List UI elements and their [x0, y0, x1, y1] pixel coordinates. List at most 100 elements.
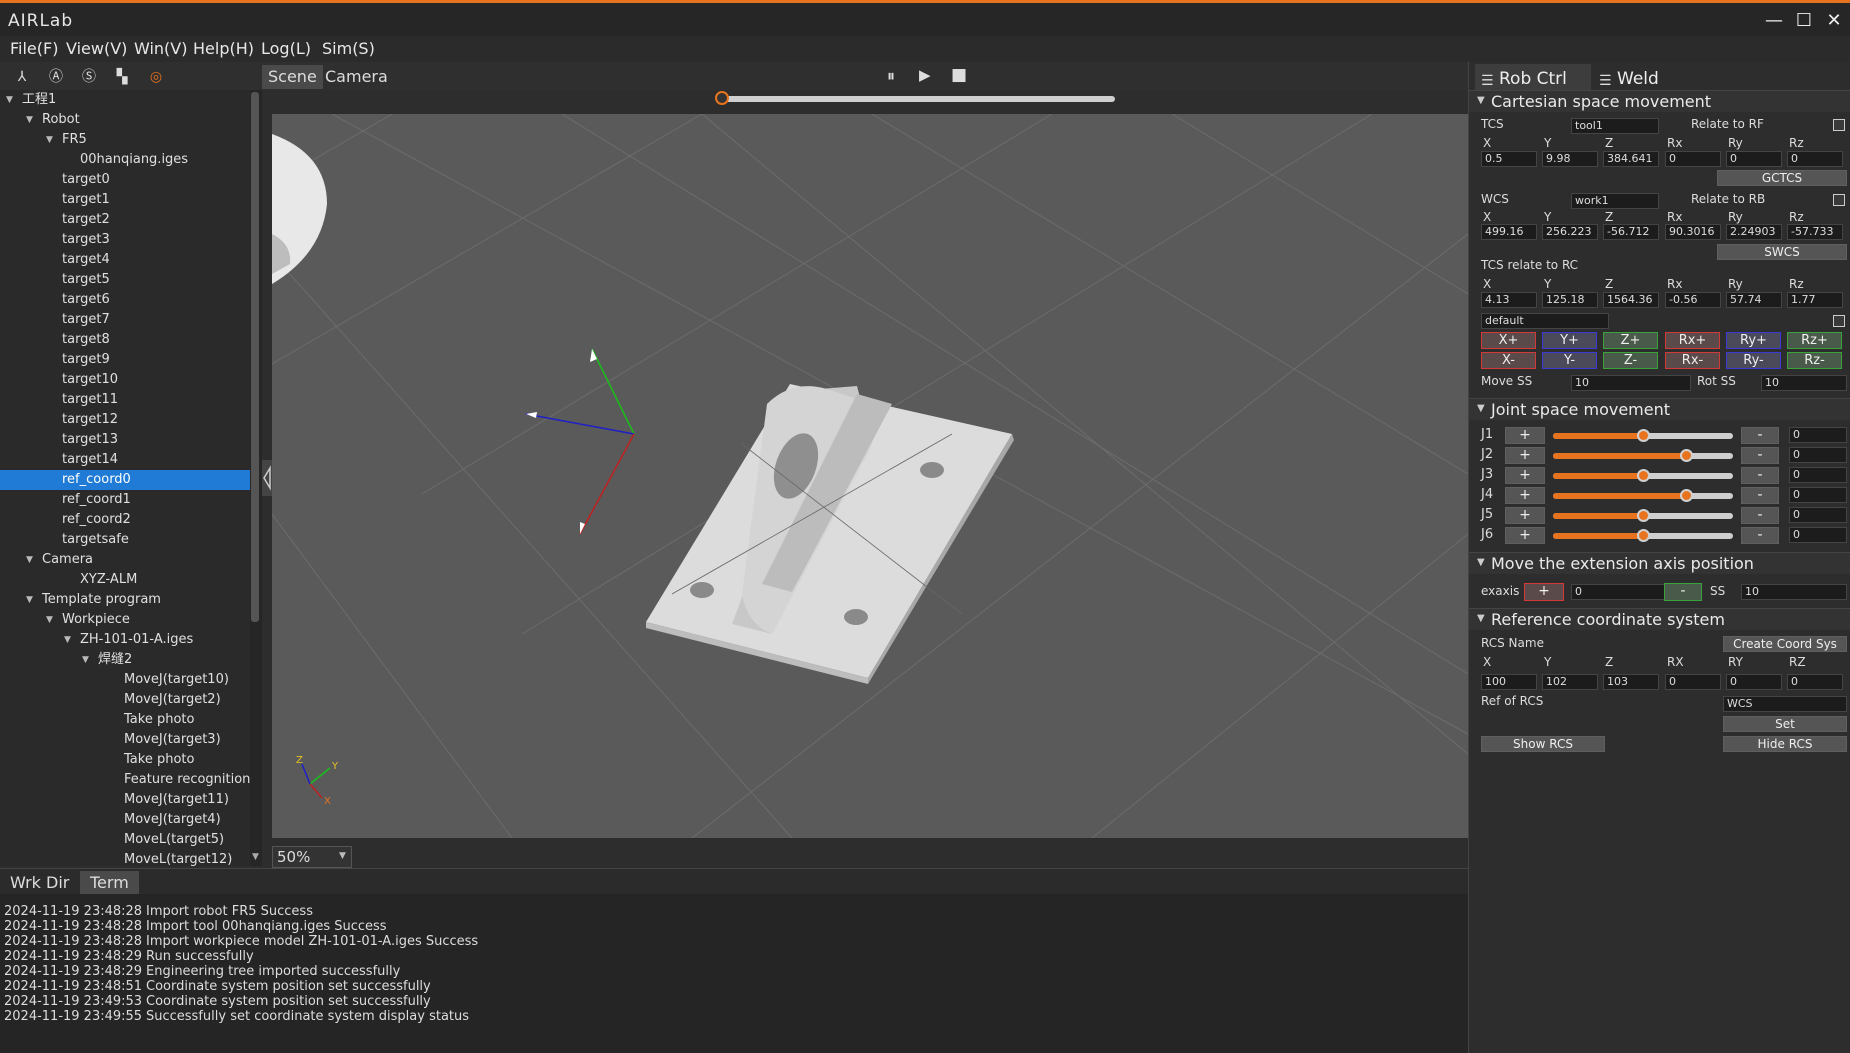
save-icon[interactable]: [1833, 315, 1845, 327]
save-icon[interactable]: [1833, 119, 1845, 131]
slider-handle[interactable]: [1637, 509, 1650, 522]
joint-j1-minus-button[interactable]: -: [1741, 427, 1779, 444]
tree-node[interactable]: Take photo: [124, 750, 194, 770]
tree-node[interactable]: target7: [62, 310, 110, 330]
minimize-button[interactable]: —: [1760, 9, 1788, 33]
tree-expand-icon[interactable]: ▼: [82, 650, 89, 670]
tcs-y-field[interactable]: 9.98: [1542, 151, 1598, 167]
grid-icon[interactable]: ▚: [112, 67, 132, 87]
tree-node[interactable]: target13: [62, 430, 118, 450]
exaxis-minus-button[interactable]: -: [1664, 583, 1702, 601]
create-coord-sys-button[interactable]: Create Coord Sys: [1723, 636, 1847, 652]
joint-j5-plus-button[interactable]: +: [1505, 507, 1545, 524]
tree-node[interactable]: MoveJ(target2): [124, 690, 221, 710]
rcs-z-field[interactable]: 103: [1603, 674, 1659, 690]
jog-rx-minus-button[interactable]: Rx-: [1665, 352, 1720, 369]
menu-win[interactable]: Win(V): [134, 39, 187, 58]
tree-node[interactable]: MoveJ(target3): [124, 730, 221, 750]
rcs-x-field[interactable]: 100: [1481, 674, 1537, 690]
stop-icon[interactable]: ■: [951, 65, 967, 85]
target-icon[interactable]: ◎: [146, 67, 166, 87]
move-ss-field[interactable]: 10: [1571, 375, 1691, 391]
tcs-ry-field[interactable]: 0: [1726, 151, 1782, 167]
tree-expand-icon[interactable]: ▼: [26, 550, 33, 570]
joint-j6-field[interactable]: 0: [1789, 527, 1847, 543]
maximize-button[interactable]: ☐: [1790, 9, 1818, 33]
wcs-y-field[interactable]: 256.223: [1542, 224, 1598, 240]
rcs-y-field[interactable]: 102: [1542, 674, 1598, 690]
slider-handle[interactable]: [1637, 429, 1650, 442]
jog-rz-plus-button[interactable]: Rz+: [1787, 332, 1842, 349]
section-extension[interactable]: ▼ Move the extension axis position: [1469, 552, 1850, 574]
joint-j4-plus-button[interactable]: +: [1505, 487, 1545, 504]
menu-log[interactable]: Log(L): [261, 39, 311, 58]
rc-rz-field[interactable]: 1.77: [1787, 292, 1843, 308]
tree-expand-icon[interactable]: ▼: [46, 130, 53, 150]
tree-expand-icon[interactable]: ▼: [6, 90, 13, 110]
joint-j5-slider[interactable]: [1553, 509, 1733, 522]
s-icon[interactable]: Ⓢ: [79, 67, 99, 87]
preset-select[interactable]: default: [1481, 313, 1609, 329]
tree-node[interactable]: Template program: [42, 590, 161, 610]
joint-j6-plus-button[interactable]: +: [1505, 527, 1545, 544]
slider-handle[interactable]: [1637, 529, 1650, 542]
3d-viewport[interactable]: X Y Z: [272, 114, 1468, 838]
set-button[interactable]: Set: [1723, 716, 1847, 732]
wcs-x-field[interactable]: 499.16: [1481, 224, 1537, 240]
tree-node[interactable]: ref_coord1: [62, 490, 131, 510]
menu-file[interactable]: File(F): [10, 39, 58, 58]
tree-node[interactable]: target11: [62, 390, 118, 410]
exaxis-ss-field[interactable]: 10: [1741, 584, 1847, 600]
jog-ry-minus-button[interactable]: Ry-: [1726, 352, 1781, 369]
tab-weld[interactable]: Weld: [1611, 66, 1659, 92]
tree-node[interactable]: target5: [62, 270, 110, 290]
timeline-slider[interactable]: [720, 96, 1115, 102]
jog-ry-plus-button[interactable]: Ry+: [1726, 332, 1781, 349]
tree-node[interactable]: FR5: [62, 130, 87, 150]
tree-node[interactable]: 00hanqiang.iges: [80, 150, 188, 170]
rc-z-field[interactable]: 1564.36: [1603, 292, 1659, 308]
tree-node[interactable]: Feature recognition: [124, 770, 250, 790]
zoom-select[interactable]: 50% ▼: [272, 846, 352, 868]
tree-node[interactable]: target4: [62, 250, 110, 270]
slider-handle[interactable]: [1637, 469, 1650, 482]
tree-node[interactable]: 工程1: [22, 90, 56, 110]
tcs-field[interactable]: tool1: [1571, 118, 1659, 134]
section-joint[interactable]: ▼ Joint space movement: [1469, 398, 1850, 420]
tree-node[interactable]: MoveJ(target10): [124, 670, 229, 690]
jog-z-minus-button[interactable]: Z-: [1603, 352, 1658, 369]
tcs-x-field[interactable]: 0.5: [1481, 151, 1537, 167]
joint-j5-minus-button[interactable]: -: [1741, 507, 1779, 524]
joint-j6-minus-button[interactable]: -: [1741, 527, 1779, 544]
wcs-ry-field[interactable]: 2.24903: [1726, 224, 1782, 240]
gctcs-button[interactable]: GCTCS: [1717, 170, 1847, 186]
tree-node[interactable]: ref_coord2: [62, 510, 131, 530]
menu-view[interactable]: View(V): [66, 39, 127, 58]
tree-node[interactable]: Camera: [42, 550, 93, 570]
joint-j3-slider[interactable]: [1553, 469, 1733, 482]
rc-ry-field[interactable]: 57.74: [1726, 292, 1782, 308]
exaxis-plus-button[interactable]: +: [1524, 583, 1564, 601]
joint-j4-minus-button[interactable]: -: [1741, 487, 1779, 504]
tcs-z-field[interactable]: 384.641: [1603, 151, 1659, 167]
menu-help[interactable]: Help(H): [193, 39, 254, 58]
slider-handle[interactable]: [1680, 449, 1694, 462]
joint-j3-field[interactable]: 0: [1789, 467, 1847, 483]
close-button[interactable]: ✕: [1820, 9, 1848, 33]
joint-j4-field[interactable]: 0: [1789, 487, 1847, 503]
tab-wrk-dir[interactable]: Wrk Dir: [0, 871, 79, 894]
tree-node[interactable]: target0: [62, 170, 110, 190]
tree-node[interactable]: Workpiece: [62, 610, 130, 630]
tree-node[interactable]: target14: [62, 450, 118, 470]
wcs-field[interactable]: work1: [1571, 193, 1659, 209]
tree-node[interactable]: Robot: [42, 110, 80, 130]
joint-j3-plus-button[interactable]: +: [1505, 467, 1545, 484]
coordinate-icon[interactable]: ⅄: [12, 67, 32, 87]
jog-y-minus-button[interactable]: Y-: [1542, 352, 1597, 369]
jog-x-minus-button[interactable]: X-: [1481, 352, 1536, 369]
tree-node[interactable]: target6: [62, 290, 110, 310]
joint-j3-minus-button[interactable]: -: [1741, 467, 1779, 484]
tab-term[interactable]: Term: [80, 871, 139, 894]
tree-node[interactable]: target1: [62, 190, 110, 210]
tree-expand-icon[interactable]: ▼: [64, 630, 71, 650]
